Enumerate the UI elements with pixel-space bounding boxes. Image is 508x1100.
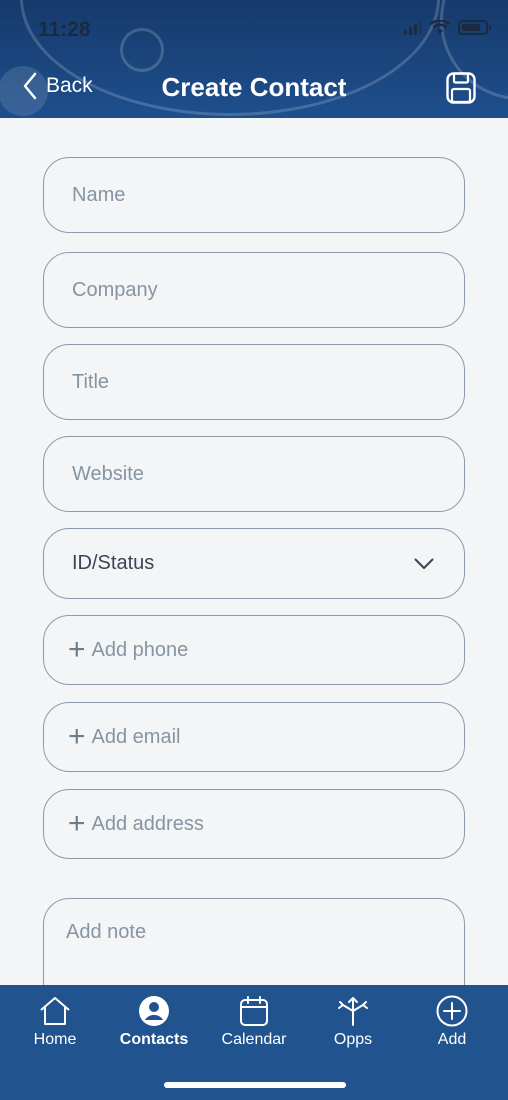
note-placeholder: Add note bbox=[66, 921, 147, 943]
tab-opps[interactable]: Opps bbox=[303, 995, 403, 1049]
note-field[interactable]: Add note bbox=[43, 898, 465, 988]
add-email-button[interactable]: + Add email bbox=[43, 702, 465, 772]
title-input[interactable] bbox=[72, 370, 464, 394]
status-select-label: ID/Status bbox=[72, 552, 155, 574]
tab-home[interactable]: Home bbox=[5, 995, 105, 1049]
name-field[interactable] bbox=[43, 157, 465, 233]
plus-icon: + bbox=[68, 720, 86, 753]
status-icons bbox=[404, 20, 491, 35]
plus-icon: + bbox=[68, 807, 86, 840]
battery-icon bbox=[458, 20, 491, 35]
tab-calendar-label: Calendar bbox=[221, 1031, 287, 1048]
company-field[interactable] bbox=[43, 252, 465, 328]
add-phone-button[interactable]: + Add phone bbox=[43, 615, 465, 685]
calendar-icon bbox=[240, 996, 268, 1026]
save-button[interactable] bbox=[446, 72, 476, 109]
save-icon bbox=[446, 72, 476, 104]
wifi-icon bbox=[430, 20, 450, 34]
tab-opps-label: Opps bbox=[333, 1031, 373, 1048]
add-address-button[interactable]: + Add address bbox=[43, 789, 465, 859]
add-address-label: Add address bbox=[91, 812, 204, 835]
decorative-ring bbox=[120, 28, 164, 72]
signal-icon bbox=[404, 20, 422, 35]
add-email-label: Add email bbox=[91, 725, 181, 748]
tab-contacts[interactable]: Contacts bbox=[104, 995, 204, 1049]
name-input[interactable] bbox=[72, 183, 464, 207]
page-title: Create Contact bbox=[161, 72, 347, 102]
website-input[interactable] bbox=[72, 462, 464, 486]
person-icon bbox=[139, 996, 169, 1026]
add-phone-label: Add phone bbox=[91, 638, 189, 661]
tab-add-label: Add bbox=[437, 1031, 467, 1048]
website-field[interactable] bbox=[43, 436, 465, 512]
tab-home-label: Home bbox=[33, 1031, 77, 1048]
tab-contacts-label: Contacts bbox=[119, 1031, 189, 1048]
split-arrows-icon bbox=[338, 997, 368, 1026]
tab-add[interactable]: Add bbox=[402, 995, 502, 1049]
status-time: 11:28 bbox=[38, 18, 91, 41]
home-icon bbox=[40, 997, 70, 1025]
company-input[interactable] bbox=[72, 278, 464, 302]
home-indicator bbox=[164, 1082, 346, 1088]
status-select[interactable]: ID/Status bbox=[43, 528, 465, 599]
tab-calendar[interactable]: Calendar bbox=[204, 995, 304, 1049]
plus-icon: + bbox=[68, 633, 86, 666]
plus-circle-icon bbox=[436, 995, 468, 1027]
title-field[interactable] bbox=[43, 344, 465, 420]
chevron-down-icon bbox=[414, 558, 434, 569]
header-bar: 11:28 Back Create Contact bbox=[0, 0, 508, 118]
